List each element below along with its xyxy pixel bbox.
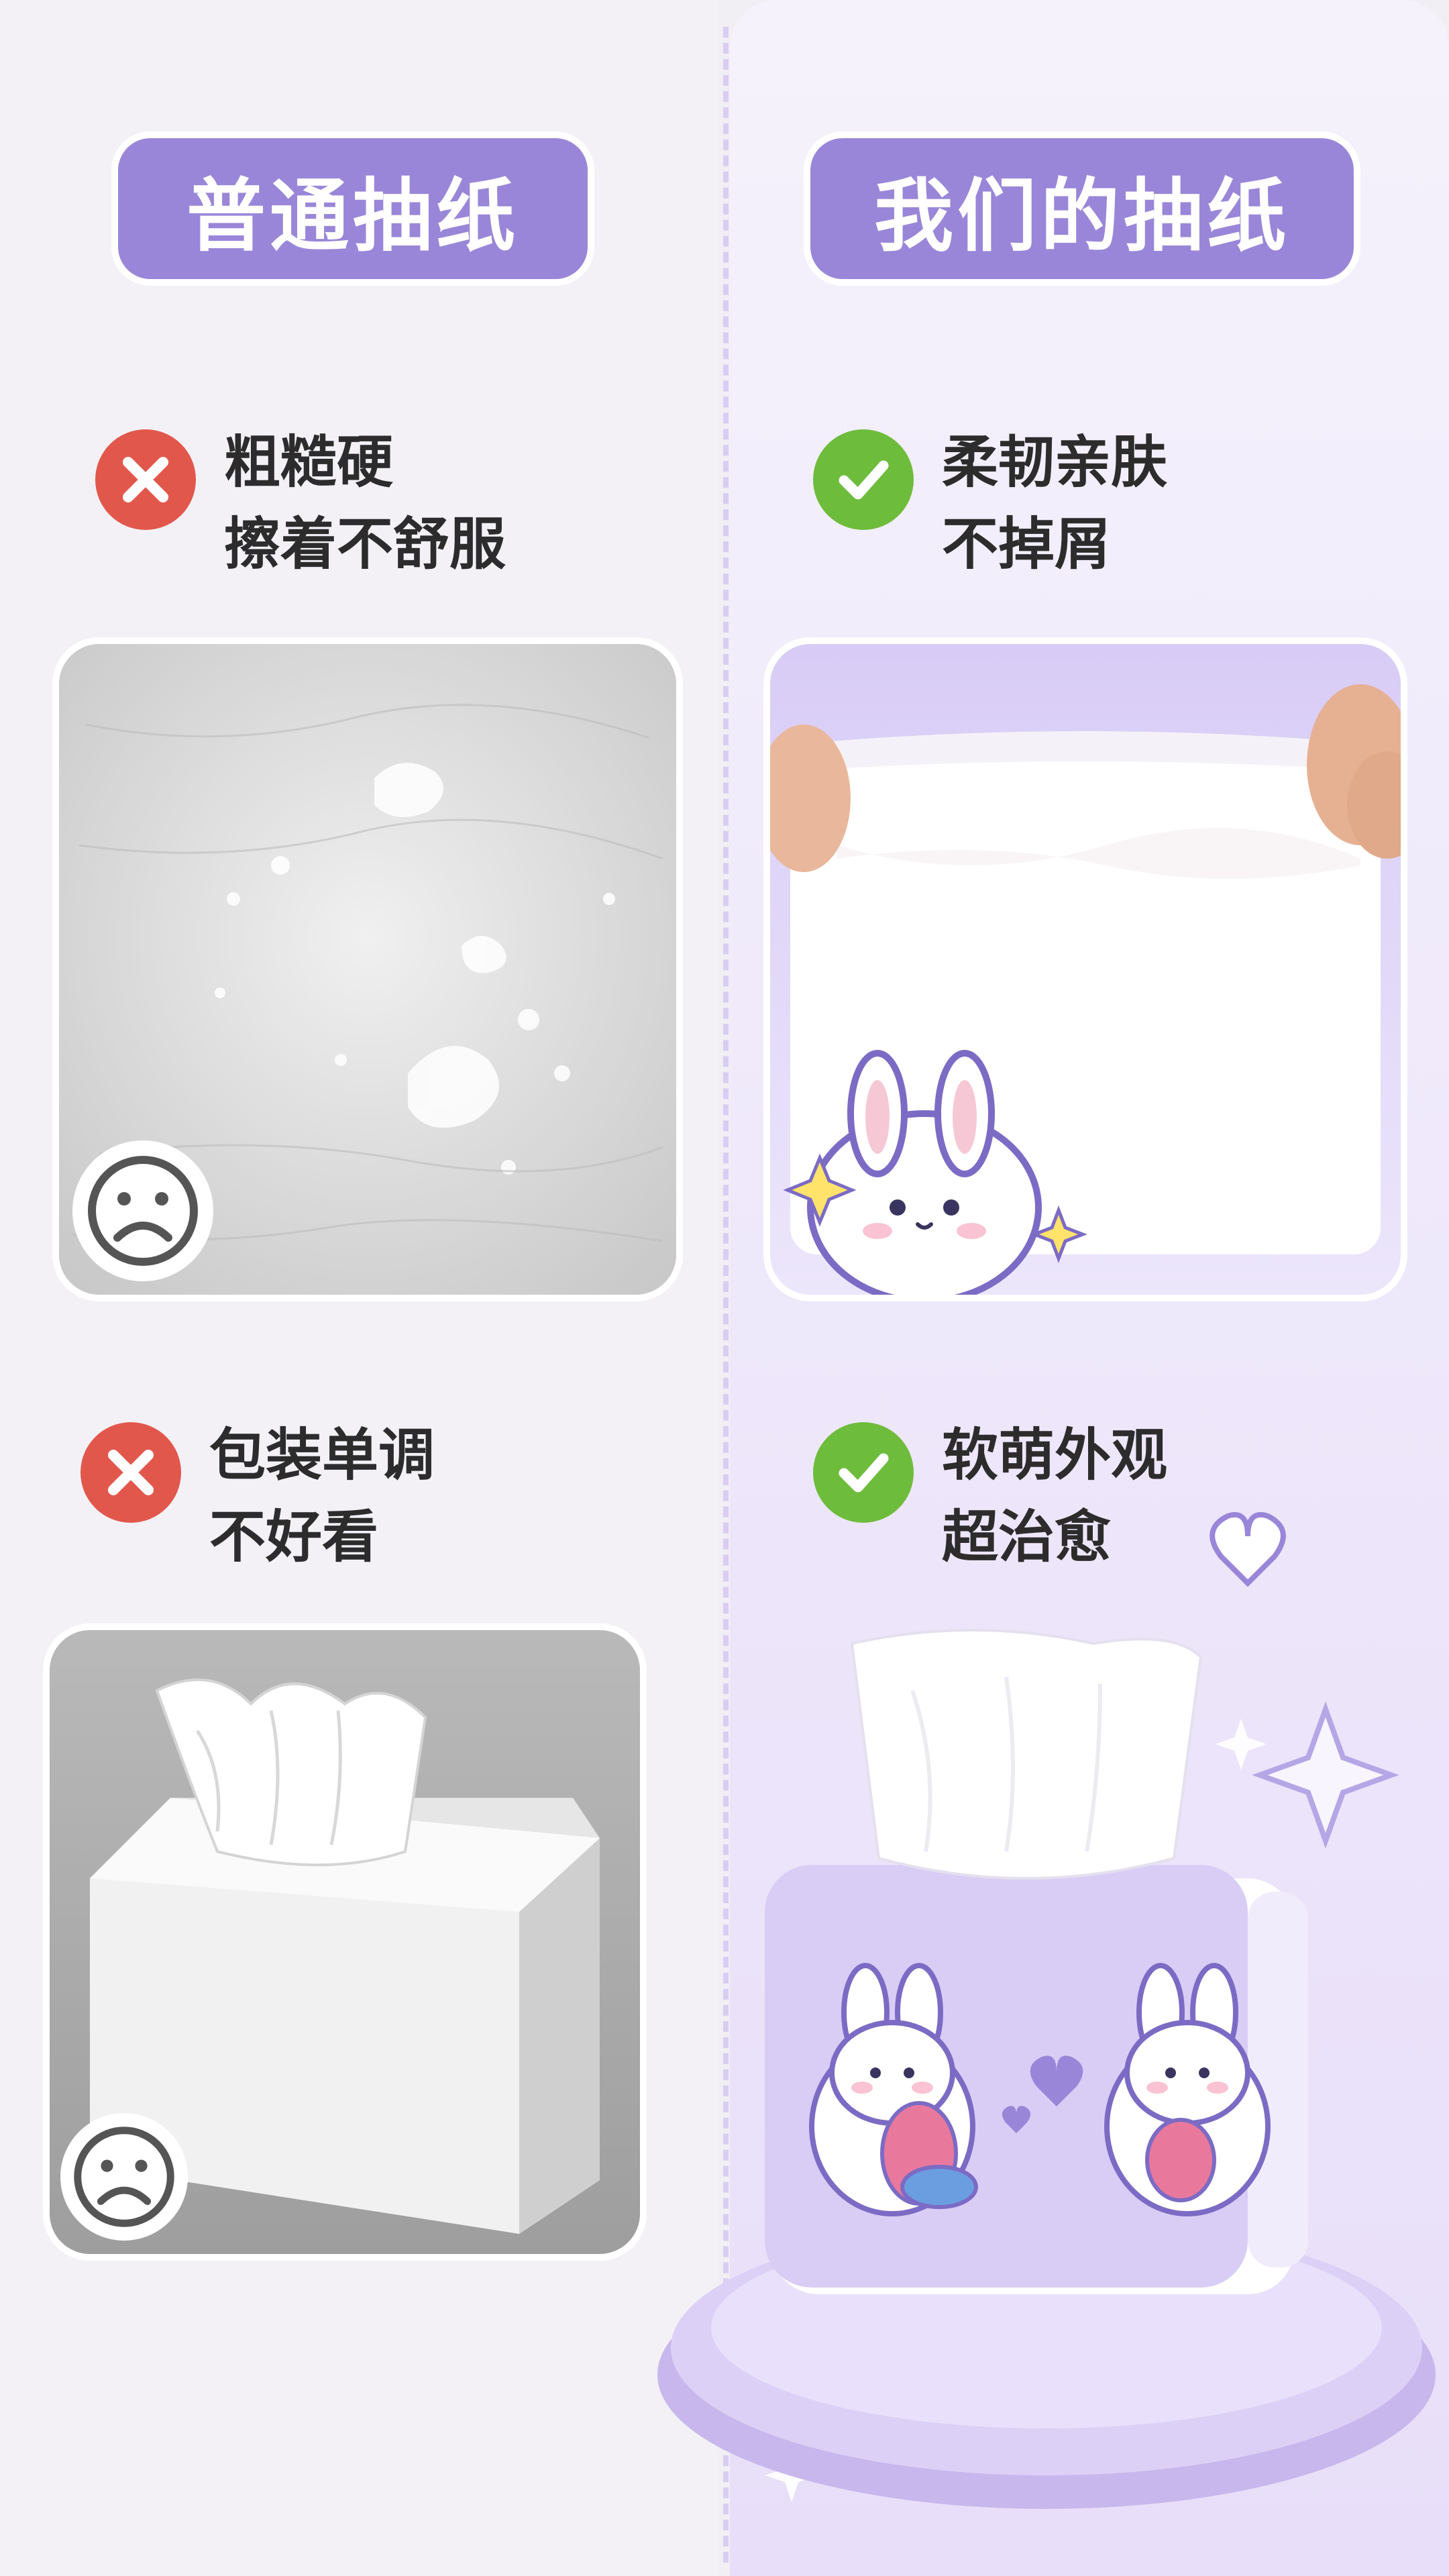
left-claim-2: 包装单调 不好看 [80,1422,435,1578]
left-claim-1: 粗糙硬 擦着不舒服 [95,429,506,585]
sad-face-icon [60,2113,188,2241]
left-claim-1-text: 粗糙硬 擦着不舒服 [224,421,506,585]
left-claim-2-text: 包装单调 不好看 [209,1414,435,1578]
left-claim-1-line1: 粗糙硬 [224,429,394,495]
left-claim-1-line2: 擦着不舒服 [224,511,506,577]
check-icon [813,429,914,530]
left-claim-2-line1: 包装单调 [209,1422,435,1488]
soft-tissue-photo [763,637,1407,1301]
sad-face-icon [72,1140,213,1281]
right-claim-1-line2: 不掉屑 [942,511,1112,577]
left-title: 普通抽纸 [118,138,588,279]
right-claim-1-text: 柔韧亲肤 不掉屑 [942,421,1167,585]
rough-tissue-photo [52,637,683,1301]
cross-icon [95,429,196,530]
right-claim-1: 柔韧亲肤 不掉屑 [813,429,1167,585]
left-claim-2-line2: 不好看 [209,1504,379,1570]
comparison-page: 普通抽纸 我们的抽纸 粗糙硬 擦着不舒服 柔韧亲肤 不掉屑 包装单调 不好看 软… [0,0,1449,2576]
bunny-pack-illustration [631,1503,1436,2576]
right-claim-2-line1: 软萌外观 [942,1422,1168,1488]
plain-box-photo [43,1623,647,2261]
right-claim-1-line1: 柔韧亲肤 [942,429,1168,495]
cross-icon [80,1422,181,1523]
right-title: 我们的抽纸 [810,138,1354,279]
